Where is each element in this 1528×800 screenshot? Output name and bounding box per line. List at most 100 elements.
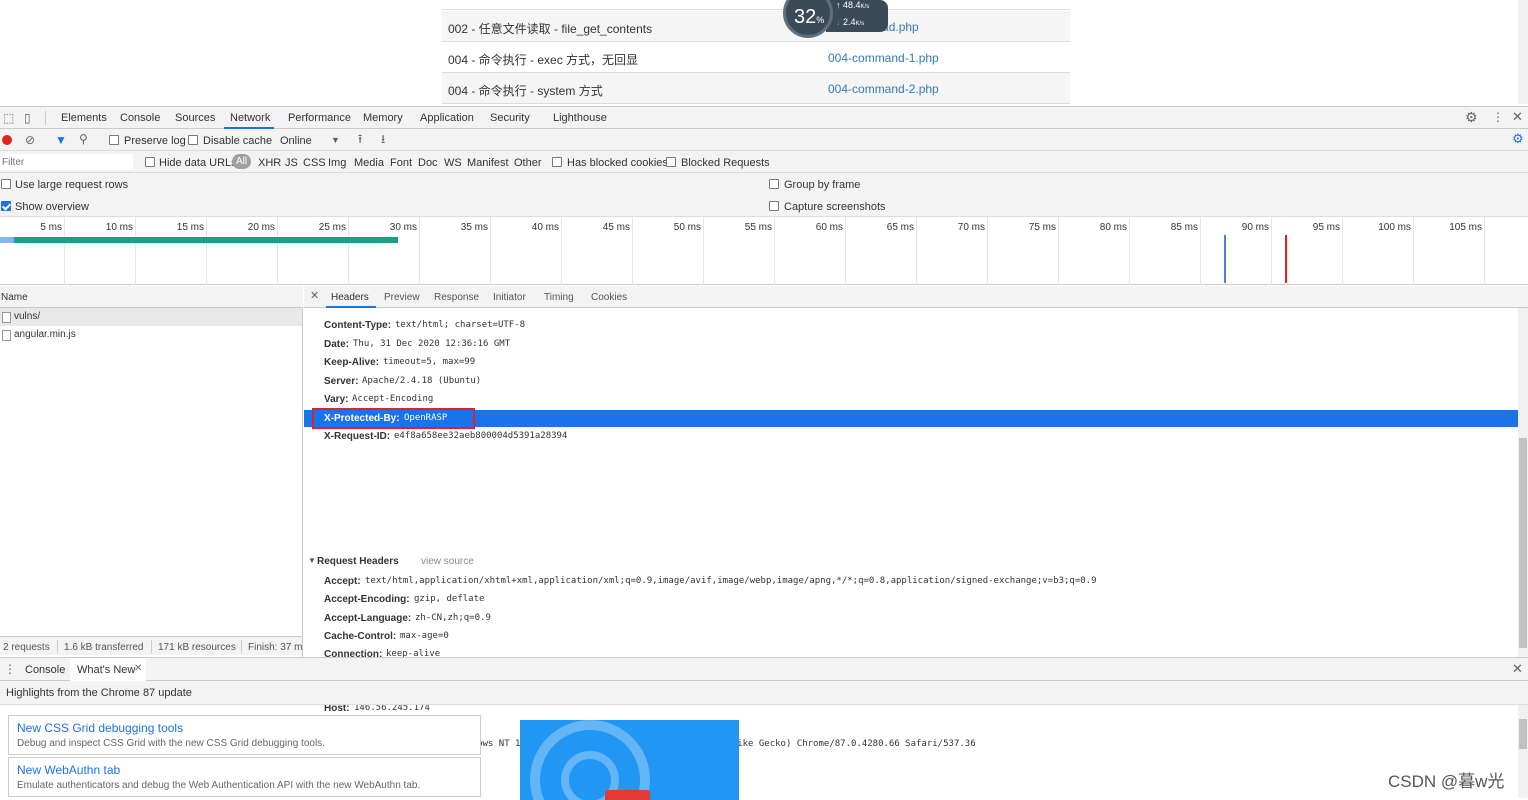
tab-response[interactable]: Response: [434, 292, 479, 303]
response-header-row[interactable]: Keep-Alive: timeout=5, max=99: [304, 354, 1518, 371]
row-link[interactable]: 004-command-1.php: [828, 51, 939, 65]
preserve-log-checkbox[interactable]: [109, 135, 119, 145]
filter-icon[interactable]: ▼: [55, 134, 67, 146]
request-count: 2 requests: [3, 642, 50, 653]
response-header-row[interactable]: X-Protected-By: OpenRASP: [304, 408, 1518, 429]
request-header-row[interactable]: Cache-Control: max-age=0: [304, 628, 1518, 645]
hide-data-urls-checkbox[interactable]: [145, 157, 155, 167]
tab-memory[interactable]: Memory: [363, 112, 403, 124]
disable-cache-checkbox[interactable]: [188, 135, 198, 145]
capture-screenshots-checkbox[interactable]: [769, 201, 779, 211]
list-item[interactable]: angular.min.js: [0, 326, 302, 344]
large-rows-checkbox[interactable]: [1, 179, 11, 189]
list-item[interactable]: vulns/: [0, 308, 302, 326]
detail-scrollbar[interactable]: [1518, 308, 1528, 657]
response-header-row[interactable]: Content-Type: text/html; charset=UTF-8: [304, 317, 1518, 334]
filter-type-other[interactable]: Other: [514, 157, 542, 169]
speed-percent: 32%: [794, 6, 825, 28]
tab-timing[interactable]: Timing: [544, 292, 574, 303]
timeline-tick: 20 ms: [247, 222, 275, 233]
tab-sources[interactable]: Sources: [175, 112, 215, 124]
timeline-gridline: [916, 217, 917, 285]
timeline-gridline: [1200, 217, 1201, 285]
show-overview-checkbox[interactable]: [1, 201, 11, 211]
filter-type-media[interactable]: Media: [354, 157, 384, 169]
drawer-scrollbar[interactable]: [1518, 705, 1528, 798]
filter-type-manifest[interactable]: Manifest: [467, 157, 509, 169]
close-devtools-icon[interactable]: ✕: [1512, 110, 1523, 123]
close-drawer-icon[interactable]: ✕: [1512, 662, 1523, 675]
record-icon[interactable]: [2, 135, 12, 145]
card-title[interactable]: New CSS Grid debugging tools: [17, 721, 183, 735]
filter-type-css[interactable]: CSS: [303, 157, 326, 169]
request-header-row[interactable]: Accept-Language: zh-CN,zh;q=0.9: [304, 610, 1518, 627]
devtools-tabbar: ⬚ ▯ Elements Console Sources Network Per…: [0, 107, 1528, 129]
row-link[interactable]: 004-command-2.php: [828, 82, 939, 96]
tab-security[interactable]: Security: [490, 112, 530, 124]
tab-lighthouse[interactable]: Lighthouse: [553, 112, 607, 124]
tab-preview[interactable]: Preview: [384, 292, 420, 303]
import-har-icon[interactable]: ⭱: [358, 133, 362, 145]
triangle-down-icon: ▼: [308, 556, 316, 565]
throttle-select[interactable]: Online: [280, 135, 312, 147]
scrollbar-thumb[interactable]: [1519, 438, 1527, 648]
filter-type-all[interactable]: All: [232, 154, 252, 169]
filter-type-img[interactable]: Img: [328, 157, 346, 169]
close-tab-icon[interactable]: ✕: [134, 663, 142, 675]
tab-headers[interactable]: Headers: [331, 292, 369, 303]
settings-gear-icon[interactable]: ⚙: [1465, 110, 1478, 124]
request-headers-section[interactable]: ▼ Request Headers view source: [304, 553, 1518, 570]
show-overview-label: Show overview: [15, 201, 89, 213]
tab-application[interactable]: Application: [420, 112, 474, 124]
drawer-menu-icon[interactable]: ⋮: [4, 663, 16, 675]
timeline-tick: 85 ms: [1170, 222, 1198, 233]
more-menu-icon[interactable]: ⋮: [1492, 111, 1504, 123]
filter-type-js[interactable]: JS: [285, 157, 298, 169]
timeline-overview[interactable]: 5 ms 10 ms 15 ms 20 ms 25 ms 30 ms 35 ms 40 ms 4…: [0, 217, 1528, 285]
drawer-tab-console[interactable]: Console: [25, 664, 65, 676]
inspect-icon[interactable]: ⬚: [3, 112, 14, 124]
drawer-tab-whats-new[interactable]: What's New: [77, 664, 135, 676]
close-detail-icon[interactable]: ✕: [310, 290, 319, 302]
tab-performance[interactable]: Performance: [288, 112, 351, 124]
blocked-requests-checkbox[interactable]: [666, 157, 676, 167]
whats-new-card[interactable]: New WebAuthn tab Emulate authenticators …: [8, 757, 481, 797]
header-value: e4f8a658ee32aeb800004d5391a28394: [394, 431, 568, 441]
timeline-gridline: [206, 217, 207, 285]
view-source-link[interactable]: view source: [421, 556, 474, 567]
timeline-gridline: [845, 217, 846, 285]
tab-network[interactable]: Network: [230, 112, 270, 124]
name-column-header[interactable]: Name: [1, 292, 28, 303]
request-header-row[interactable]: Accept-Encoding: gzip, deflate: [304, 591, 1518, 608]
timeline-tick: 15 ms: [176, 222, 204, 233]
clear-icon[interactable]: ⊘: [25, 134, 35, 146]
filter-type-font[interactable]: Font: [390, 157, 412, 169]
device-toolbar-icon[interactable]: ▯: [24, 112, 31, 124]
timeline-tick: 80 ms: [1099, 222, 1127, 233]
tab-console[interactable]: Console: [120, 112, 160, 124]
transferred-size: 1.6 kB transferred: [64, 642, 144, 653]
filter-type-xhr[interactable]: XHR: [258, 157, 281, 169]
whats-new-card[interactable]: New CSS Grid debugging tools Debug and i…: [8, 715, 481, 755]
network-settings-gear-icon[interactable]: ⚙: [1512, 132, 1524, 145]
request-header-row[interactable]: Accept: text/html,application/xhtml+xml,a…: [304, 573, 1518, 590]
filter-type-ws[interactable]: WS: [444, 157, 462, 169]
response-header-row[interactable]: Date: Thu, 31 Dec 2020 12:36:16 GMT: [304, 336, 1518, 353]
export-har-icon[interactable]: ⭳: [381, 133, 385, 145]
card-title[interactable]: New WebAuthn tab: [17, 763, 120, 777]
response-header-row[interactable]: X-Request-ID: e4f8a658ee32aeb800004d5391a…: [304, 428, 1518, 445]
page-scrollbar[interactable]: [1518, 0, 1528, 104]
filter-type-doc[interactable]: Doc: [418, 157, 438, 169]
chevron-down-icon[interactable]: ▼: [331, 134, 340, 146]
tab-cookies[interactable]: Cookies: [591, 292, 627, 303]
header-value: text/html,application/xhtml+xml,applicat…: [365, 576, 1097, 586]
response-header-row[interactable]: Server: Apache/2.4.18 (Ubuntu): [304, 373, 1518, 390]
has-blocked-cookies-checkbox[interactable]: [552, 157, 562, 167]
group-by-frame-checkbox[interactable]: [769, 179, 779, 189]
search-icon[interactable]: ⚲: [79, 133, 88, 145]
filter-input[interactable]: [0, 154, 133, 170]
tab-initiator[interactable]: Initiator: [493, 292, 526, 303]
filter-bar: Hide data URLs All XHR JS CSS Img Media …: [0, 151, 1528, 173]
tab-elements[interactable]: Elements: [61, 112, 107, 124]
response-header-row[interactable]: Vary: Accept-Encoding: [304, 391, 1518, 408]
